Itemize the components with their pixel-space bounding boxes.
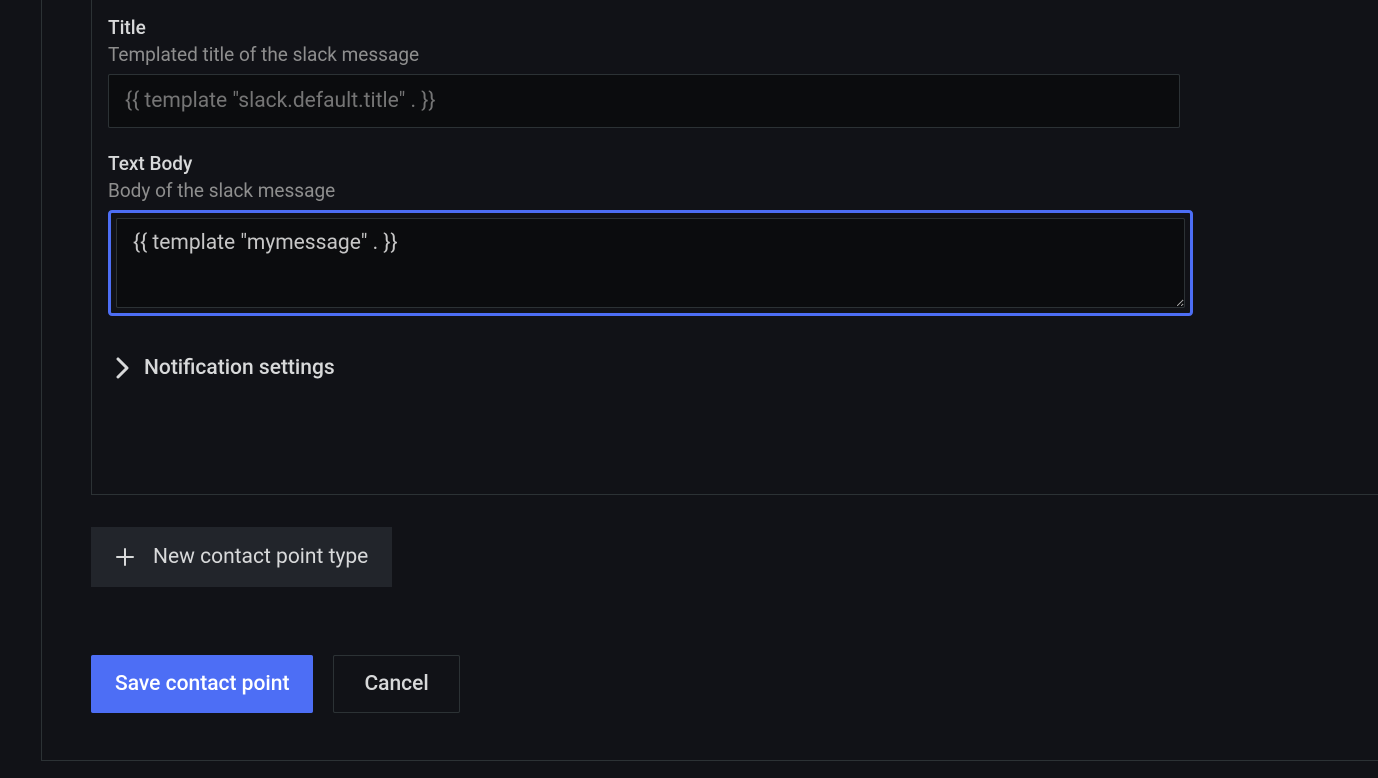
title-input[interactable]: [108, 74, 1180, 128]
title-description: Templated title of the slack message: [108, 43, 1362, 66]
cancel-button[interactable]: Cancel: [333, 655, 459, 713]
form-section: Title Templated title of the slack messa…: [92, 0, 1378, 396]
notification-settings-toggle[interactable]: Notification settings: [108, 356, 1362, 380]
new-contact-point-label: New contact point type: [153, 545, 368, 569]
chevron-right-icon: [116, 357, 130, 379]
save-contact-point-button[interactable]: Save contact point: [91, 655, 313, 713]
text-body-textarea[interactable]: [116, 218, 1185, 308]
text-body-focus-ring: [108, 210, 1193, 316]
text-body-description: Body of the slack message: [108, 179, 1362, 202]
contact-point-config-panel: Title Templated title of the slack messa…: [91, 0, 1378, 495]
notification-settings-label: Notification settings: [144, 356, 335, 380]
text-body-field-group: Text Body Body of the slack message: [108, 152, 1362, 316]
title-label: Title: [108, 16, 1362, 39]
plus-icon: [115, 547, 135, 567]
title-field-group: Title Templated title of the slack messa…: [108, 16, 1362, 128]
action-buttons-row: Save contact point Cancel: [91, 655, 460, 713]
text-body-label: Text Body: [108, 152, 1362, 175]
new-contact-point-type-button[interactable]: New contact point type: [91, 527, 392, 587]
